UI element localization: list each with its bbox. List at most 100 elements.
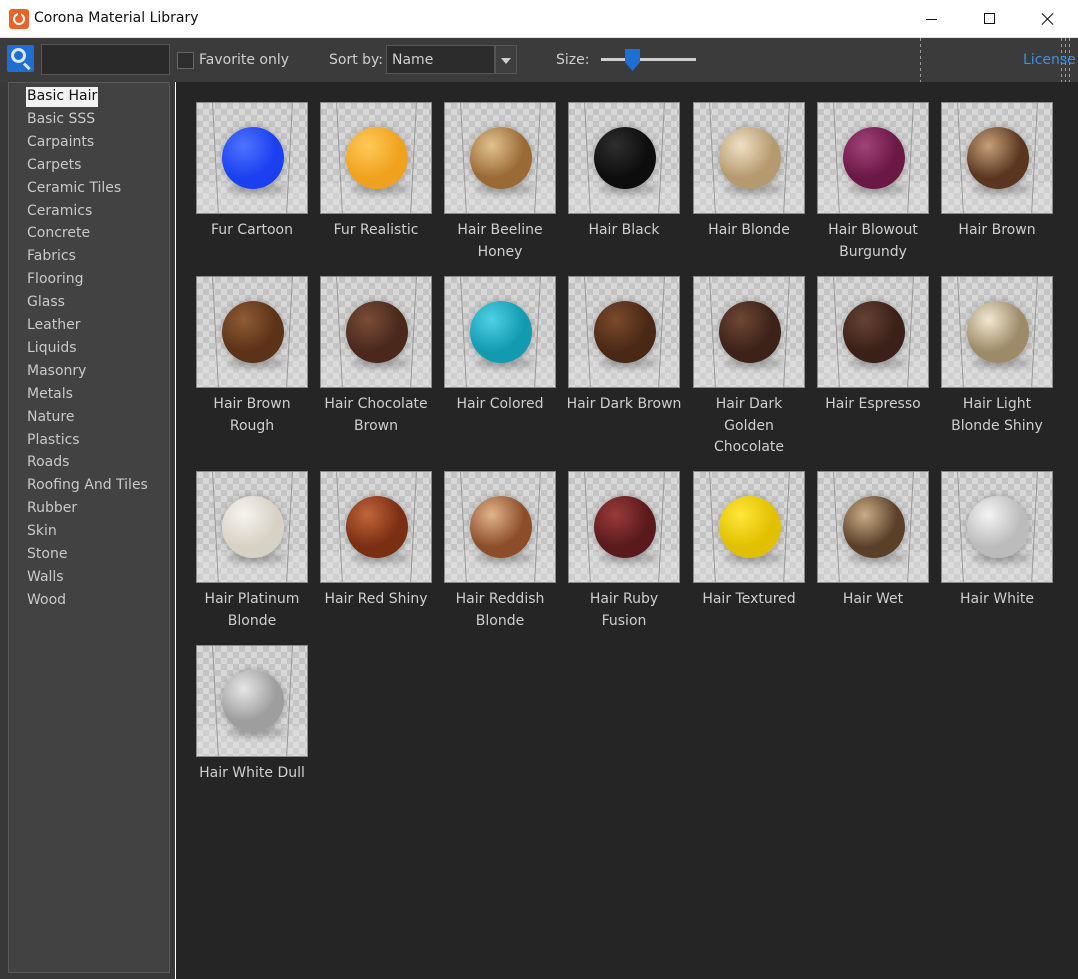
- material-name-line: Fur Cartoon: [211, 222, 293, 238]
- minimize-icon: [926, 19, 937, 20]
- search-icon: [11, 48, 26, 63]
- size-slider-thumb[interactable]: [625, 49, 640, 71]
- sidebar-category-ceramic-tiles[interactable]: Ceramic Tiles: [27, 179, 121, 199]
- sidebar-category-concrete[interactable]: Concrete: [27, 224, 90, 244]
- sidebar-category-carpaints[interactable]: Carpaints: [27, 133, 94, 153]
- material-thumbnail: [817, 276, 929, 388]
- sidebar-category-skin[interactable]: Skin: [27, 522, 57, 542]
- material-name-line: Hair Chocolate: [324, 396, 428, 412]
- material-name-line: Hair Reddish: [455, 591, 545, 607]
- size-slider-track[interactable]: [601, 58, 696, 61]
- material-preview-sphere: [346, 301, 408, 363]
- material-thumbnail: [941, 276, 1053, 388]
- sidebar-category-liquids[interactable]: Liquids: [27, 339, 77, 359]
- material-preview-sphere: [222, 301, 284, 363]
- material-name: Hair White: [927, 589, 1067, 611]
- material-preview-sphere: [843, 496, 905, 558]
- sidebar-category-leather[interactable]: Leather: [27, 316, 80, 336]
- material-preview-sphere: [222, 496, 284, 558]
- material-thumbnail: [568, 471, 680, 583]
- material-thumbnail: [941, 102, 1053, 214]
- material-name: Hair Platinum Blonde: [182, 589, 322, 632]
- material-name: Fur Realistic: [306, 220, 446, 242]
- material-name-line: Hair White: [960, 591, 1034, 607]
- material-name: Hair Wet: [803, 589, 943, 611]
- material-name-line: Hair Blowout: [828, 222, 918, 238]
- material-thumbnail: [693, 471, 805, 583]
- material-name-line: Blonde: [475, 612, 525, 629]
- material-thumbnail: [444, 471, 556, 583]
- toolbar-grip[interactable]: [920, 38, 921, 82]
- material-preview-sphere: [967, 496, 1029, 558]
- material-name-line: Hair Platinum: [204, 591, 300, 607]
- material-thumbnail: [196, 645, 308, 757]
- material-name: Hair Red Shiny: [306, 589, 446, 611]
- material-thumbnail: [693, 102, 805, 214]
- search-button[interactable]: [7, 45, 34, 72]
- material-name-line: Chocolate: [713, 439, 785, 455]
- material-name-line: Hair Beeline: [457, 222, 543, 238]
- material-name-line: Hair Red Shiny: [324, 591, 428, 607]
- material-name-line: Hair Textured: [702, 591, 796, 607]
- material-name-line: Hair White Dull: [199, 765, 305, 781]
- size-label: Size:: [556, 52, 590, 68]
- material-name: Hair Espresso: [803, 394, 943, 416]
- sidebar-category-flooring[interactable]: Flooring: [27, 270, 83, 290]
- material-name: Hair Chocolate Brown: [306, 394, 446, 437]
- sort-dropdown-button[interactable]: [495, 45, 517, 74]
- material-name-line: Blonde Shiny: [951, 417, 1043, 434]
- sidebar-category-fabrics[interactable]: Fabrics: [27, 247, 76, 267]
- sidebar-category-masonry[interactable]: Masonry: [27, 362, 86, 382]
- material-thumbnail: [568, 276, 680, 388]
- material-thumbnail: [817, 102, 929, 214]
- maximize-icon: [984, 13, 995, 24]
- material-grid: Fur Cartoon Fur Realistic Hair Beeline Hone…: [176, 82, 1078, 979]
- material-name-line: Rough: [229, 417, 275, 434]
- sidebar-category-ceramics[interactable]: Ceramics: [27, 202, 92, 222]
- search-icon-handle: [22, 62, 31, 71]
- favorite-only-label: Favorite only: [199, 52, 290, 68]
- material-name-line: Golden: [724, 417, 774, 434]
- material-name-line: Fur Realistic: [333, 222, 419, 238]
- maximize-button[interactable]: [961, 0, 1019, 38]
- sidebar-category-basic-hair[interactable]: Basic Hair: [26, 87, 99, 107]
- sidebar-category-roads[interactable]: Roads: [27, 453, 69, 473]
- material-name: Hair Brown: [927, 220, 1067, 242]
- material-name-line: Hair Wet: [842, 591, 904, 607]
- material-name-line: Hair Espresso: [825, 396, 921, 412]
- material-preview-sphere: [470, 301, 532, 363]
- sidebar-category-plastics[interactable]: Plastics: [27, 431, 80, 451]
- material-name-line: Hair Brown: [958, 222, 1036, 238]
- license-link[interactable]: License: [1023, 52, 1076, 68]
- material-name: Hair Textured: [679, 589, 819, 611]
- material-name: Hair Light Blonde Shiny: [927, 394, 1067, 437]
- minimize-button[interactable]: [903, 0, 961, 38]
- sidebar-category-rubber[interactable]: Rubber: [27, 499, 77, 519]
- sidebar-category-wood[interactable]: Wood: [27, 591, 66, 611]
- material-preview-sphere: [222, 127, 284, 189]
- material-name: Hair Ruby Fusion: [554, 589, 694, 632]
- sidebar-category-stone[interactable]: Stone: [27, 545, 67, 565]
- sidebar-category-roofing-and-tiles[interactable]: Roofing And Tiles: [27, 476, 148, 496]
- material-preview-sphere: [594, 127, 656, 189]
- material-name-line: Burgundy: [839, 243, 907, 260]
- material-thumbnail: [444, 276, 556, 388]
- sidebar-category-walls[interactable]: Walls: [27, 568, 64, 588]
- sort-by-select[interactable]: Name: [386, 45, 495, 74]
- sidebar-category-carpets[interactable]: Carpets: [27, 156, 81, 176]
- close-button[interactable]: [1019, 0, 1077, 38]
- material-thumbnail: [941, 471, 1053, 583]
- sidebar-category-nature[interactable]: Nature: [27, 408, 74, 428]
- material-name-line: Hair Blonde: [708, 222, 790, 238]
- search-input[interactable]: [41, 44, 170, 75]
- material-preview-sphere: [594, 301, 656, 363]
- sidebar-category-metals[interactable]: Metals: [27, 385, 73, 405]
- sidebar-category-glass[interactable]: Glass: [27, 293, 65, 313]
- material-name-line: Hair Brown: [213, 396, 291, 412]
- material-thumbnail: [320, 102, 432, 214]
- material-thumbnail: [693, 276, 805, 388]
- favorite-only-checkbox[interactable]: [177, 52, 194, 69]
- material-preview-sphere: [967, 301, 1029, 363]
- material-preview-sphere: [594, 496, 656, 558]
- sidebar-category-basic-sss[interactable]: Basic SSS: [27, 110, 95, 130]
